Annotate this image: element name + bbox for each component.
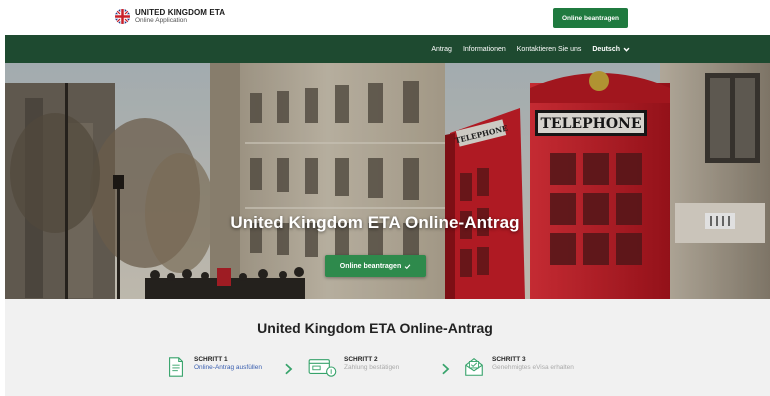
step-1-link[interactable]: Online-Antrag ausfüllen bbox=[194, 364, 262, 372]
brand-logo[interactable]: UNITED KINGDOM ETA Online Application bbox=[115, 9, 225, 25]
steps-title: United Kingdom ETA Online-Antrag bbox=[257, 320, 493, 336]
brand-subtitle: Online Application bbox=[135, 17, 188, 24]
language-selector[interactable]: Deutsch bbox=[592, 46, 630, 53]
hero-apply-button[interactable]: Online beantragen bbox=[325, 255, 426, 277]
steps-section: United Kingdom ETA Online-Antrag SCHRITT… bbox=[5, 299, 770, 396]
hero-title: United Kingdom ETA Online-Antrag bbox=[230, 213, 520, 232]
nav-item-kontakt[interactable]: Kontaktieren Sie uns bbox=[517, 46, 582, 53]
hero-banner: TELEPHONE TELEPHONE United Kingdom ETA O… bbox=[5, 63, 770, 299]
header-apply-button[interactable]: Online beantragen bbox=[553, 8, 628, 28]
step-3: SCHRITT 3 Genehmigtes eVisa erhalten bbox=[463, 356, 574, 378]
nav-item-informationen[interactable]: Informationen bbox=[463, 46, 506, 53]
step-3-label: SCHRITT 3 bbox=[492, 356, 526, 363]
chevron-down-icon bbox=[623, 47, 630, 52]
check-icon bbox=[404, 263, 411, 269]
step-1-label: SCHRITT 1 bbox=[194, 356, 228, 363]
step-2-desc: Zahlung bestätigen bbox=[344, 364, 400, 372]
step-3-desc: Genehmigtes eVisa erhalten bbox=[492, 364, 574, 372]
payment-icon bbox=[308, 359, 337, 377]
uk-flag-icon bbox=[115, 9, 130, 25]
step-2-label: SCHRITT 2 bbox=[344, 356, 378, 363]
step-1: SCHRITT 1 Online-Antrag ausfüllen bbox=[165, 356, 262, 378]
nav-item-antrag[interactable]: Antrag bbox=[431, 46, 452, 53]
approved-visa-icon bbox=[465, 358, 483, 376]
form-icon bbox=[169, 357, 183, 377]
hero-apply-label: Online beantragen bbox=[339, 262, 402, 270]
top-header: UNITED KINGDOM ETA Online Application On… bbox=[0, 0, 770, 35]
brand-name: UNITED KINGDOM ETA bbox=[135, 8, 226, 17]
main-nav: Antrag Informationen Kontaktieren Sie un… bbox=[5, 35, 770, 63]
step-2: SCHRITT 2 Zahlung bestätigen bbox=[307, 356, 399, 378]
language-label: Deutsch bbox=[592, 45, 620, 53]
chevron-right-icon bbox=[442, 363, 450, 375]
chevron-right-icon bbox=[285, 363, 293, 375]
